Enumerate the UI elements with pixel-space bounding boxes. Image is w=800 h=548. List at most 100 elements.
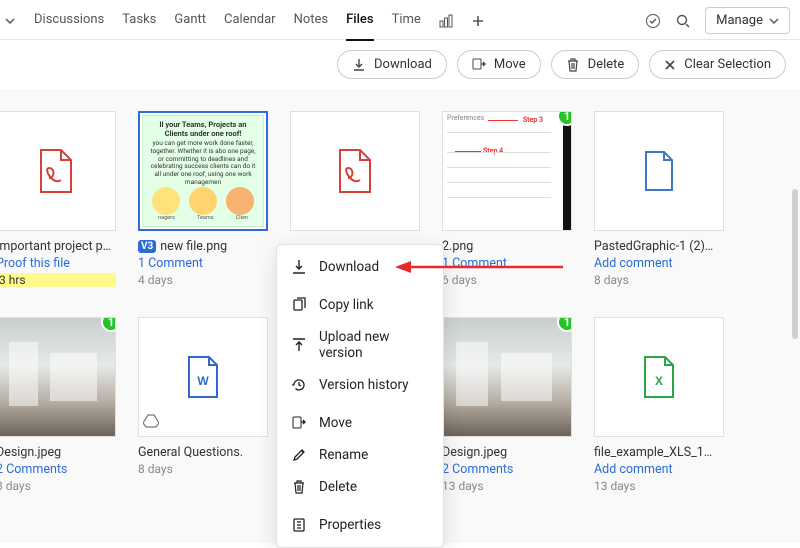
file-age: 3 hrs [0,273,116,287]
download-label: Download [374,57,432,72]
file-thumb[interactable]: 1 [442,317,572,437]
pencil-icon [291,447,307,463]
file-age: 8 days [138,462,268,476]
comment-link[interactable]: 2 Comments [442,462,572,477]
file-name-row: V3 new file.png [138,239,268,254]
file-thumb[interactable] [0,111,116,231]
clear-label: Clear Selection [684,57,771,72]
image-preview: ll your Teams, Projects an Clients under… [142,115,264,227]
tab-files[interactable]: Files [346,8,373,33]
chevron-down-icon [769,16,779,26]
trash-icon [566,58,580,72]
file-thumb[interactable]: 1 [0,317,116,437]
tab-discussions[interactable]: Discussions [34,8,104,33]
add-comment-link[interactable]: Add comment [594,462,724,477]
top-right-tools: Manage [645,7,790,34]
file-age: 8 days [594,273,724,287]
image-preview [443,318,571,436]
file-thumb[interactable]: ll your Teams, Projects an Clients under… [138,111,268,231]
file-card[interactable]: Preferences Step 3 Step 4 1 2.png 1 Comm… [442,111,572,287]
move-label: Move [494,57,526,72]
file-card[interactable]: Important project p… Proof this file 3 h… [0,111,116,287]
nav-tabs: Discussions Tasks Gantt Calendar Notes F… [0,8,485,33]
delete-label: Delete [588,57,625,72]
clear-selection-button[interactable]: Clear Selection [649,50,786,79]
ctx-label: Download [319,259,379,275]
chevron-down-icon[interactable] [4,15,16,27]
tab-calendar[interactable]: Calendar [224,8,276,33]
delete-button[interactable]: Delete [551,50,640,79]
ctx-download[interactable]: Download [277,251,443,283]
ctx-move[interactable]: Move [277,407,443,439]
tab-gantt[interactable]: Gantt [174,8,206,33]
download-icon [352,58,366,72]
file-card[interactable]: ll your Teams, Projects an Clients under… [138,111,268,287]
ctx-label: Properties [319,517,381,533]
file-age: 13 days [594,479,724,493]
context-menu: Download Copy link Upload new version Ve… [276,244,444,548]
version-badge: V3 [138,240,156,253]
ctx-delete[interactable]: Delete [277,471,443,503]
file-card[interactable]: W General Questions. 8 days [138,317,268,493]
pdf-icon [336,148,374,194]
comment-link[interactable]: 2 Comments [0,462,116,477]
ctx-rename[interactable]: Rename [277,439,443,471]
ctx-label: Upload new version [319,329,429,361]
file-card[interactable]: 1 Design.jpeg 2 Comments 8 days [0,317,116,493]
copy-icon [291,297,307,313]
tab-tasks[interactable]: Tasks [122,8,156,33]
check-circle-icon[interactable] [645,13,661,29]
file-name: PastedGraphic-1 (2)… [594,239,724,254]
image-preview: Preferences Step 3 Step 4 [443,112,571,230]
file-age: 13 days [442,479,572,493]
file-card[interactable]: 1 Design.jpeg 2 Comments 13 days [442,317,572,493]
ctx-version-history[interactable]: Version history [277,369,443,401]
move-button[interactable]: Move [457,50,541,79]
file-name: 2.png [442,239,572,254]
file-card[interactable]: X file_example_XLS_1… Add comment 13 day… [594,317,724,493]
action-bar: Download Move Delete Clear Selection [0,40,800,89]
image-preview [0,318,115,436]
tab-time[interactable]: Time [392,8,421,33]
gdrive-icon [143,414,159,432]
trash-icon [291,479,307,495]
file-thumb[interactable] [290,111,420,231]
proof-link[interactable]: Proof this file [0,256,116,271]
comment-link[interactable]: 1 Comment [138,256,268,271]
ctx-copy-link[interactable]: Copy link [277,289,443,321]
ctx-label: Version history [319,377,409,393]
document-icon [642,150,676,192]
move-icon [291,415,307,431]
move-icon [472,58,486,72]
file-name: Design.jpeg [0,445,116,460]
file-thumb[interactable]: Preferences Step 3 Step 4 1 [442,111,572,231]
download-button[interactable]: Download [337,50,447,79]
report-icon[interactable] [439,14,453,28]
scrollbar[interactable] [792,189,798,339]
file-thumb[interactable] [594,111,724,231]
tab-notes[interactable]: Notes [294,8,329,33]
ctx-label: Delete [319,479,357,495]
word-doc-icon: W [185,355,221,399]
manage-label: Manage [716,13,763,28]
close-icon [664,59,676,71]
comment-link[interactable]: 1 Comment [442,256,572,271]
ctx-properties[interactable]: Properties [277,509,443,541]
file-name: Important project p… [0,239,116,254]
upload-icon [291,337,307,353]
file-name: General Questions. [138,445,268,460]
file-name: file_example_XLS_1… [594,445,724,460]
file-card[interactable]: PastedGraphic-1 (2)… Add comment 8 days [594,111,724,287]
ctx-label: Move [319,415,352,431]
search-icon[interactable] [675,13,691,29]
add-tab-icon[interactable] [471,14,485,28]
file-thumb[interactable]: X [594,317,724,437]
ctx-label: Rename [319,447,368,463]
file-age: 6 days [442,273,572,287]
file-thumb[interactable]: W [138,317,268,437]
manage-button[interactable]: Manage [705,7,790,34]
ctx-label: Copy link [319,297,374,313]
add-comment-link[interactable]: Add comment [594,256,724,271]
ctx-upload-version[interactable]: Upload new version [277,321,443,369]
pdf-icon [37,148,75,194]
